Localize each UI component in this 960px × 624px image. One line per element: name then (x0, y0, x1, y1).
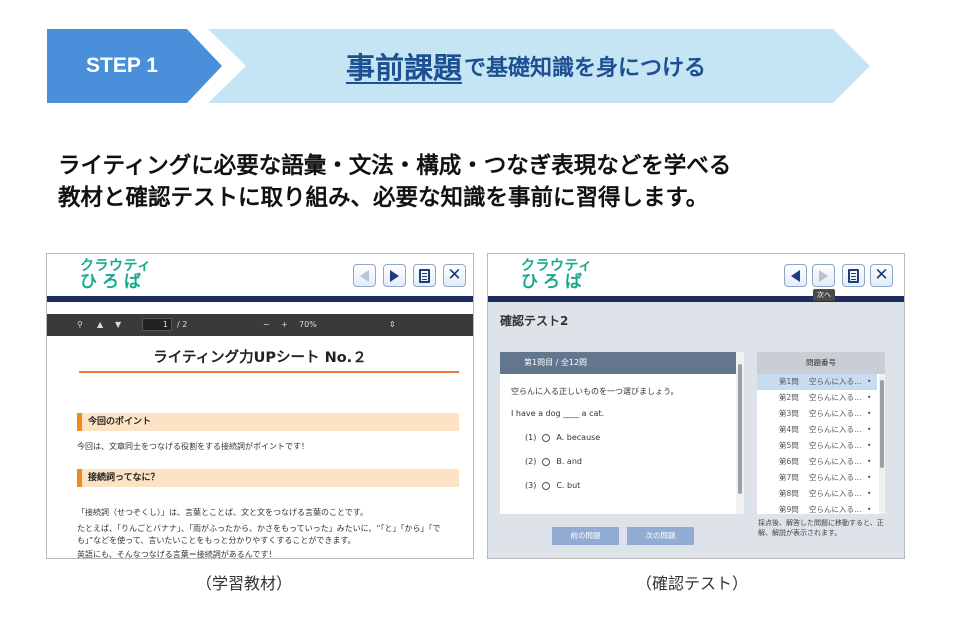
next-question-button[interactable]: 次の問題 (627, 527, 694, 545)
question-list-header: 問題番号 (757, 352, 885, 374)
scrollbar-thumb[interactable] (880, 380, 884, 468)
question-panel: 第1問目 / 全12問 空らんに入る正しいものを一つ選びましょう。 I have… (500, 352, 744, 514)
caption-learning-material: （学習教材） (196, 574, 293, 593)
question-list-item-9[interactable]: 第9問 空らんに入る… • (757, 502, 877, 518)
search-icon[interactable]: ⚲ (77, 320, 83, 329)
pdf-page: ライティング力UPシート No.２ 今回のポイント 今回は、文章同士をつなげる役… (47, 336, 473, 559)
step-label: STEP 1 (86, 54, 158, 77)
confirmation-test-screenshot: クラウティ ひろば ✕ 確認テスト2 第1問目 / 全12問 空らんに入る正しい… (487, 253, 905, 559)
page-down-icon[interactable]: ▼ (115, 320, 121, 329)
body-line-3: も」”などを使って、言いたいことをもっと分かりやすくすることができます。 (77, 536, 356, 545)
list-note: 採点後、解答した問題に移動すると、正解、解説が表示されます。 (758, 519, 884, 537)
zoom-out-button[interactable]: − (263, 320, 270, 329)
document-icon (848, 268, 859, 283)
question-list-item-2[interactable]: 第2問 空らんに入る… • (757, 390, 877, 406)
step-title-main: 事前課題 (345, 51, 462, 85)
zoom-dropdown-icon[interactable]: ⇕ (389, 320, 396, 329)
header-bar (47, 296, 473, 302)
question-counter: 第1問目 / 全12問 (500, 352, 744, 374)
question-list-item-3[interactable]: 第3問 空らんに入る… • (757, 406, 877, 422)
option-number: (1) (525, 433, 537, 442)
close-icon: ✕ (874, 265, 889, 285)
option-label: B. and (556, 457, 582, 466)
header-bar (488, 296, 904, 302)
next-button[interactable] (383, 264, 406, 287)
close-button[interactable]: ✕ (443, 264, 466, 287)
intro-line-2: 教材と確認テストに取り組み、必要な知識を事前に習得します。 (58, 185, 709, 211)
arrow-left-icon (360, 269, 369, 282)
previous-question-button[interactable]: 前の問題 (552, 527, 619, 545)
app-logo: クラウティ ひろば (521, 258, 593, 292)
step-title: 事前課題 で基礎知識を身につける (246, 29, 806, 103)
question-list-item-6[interactable]: 第6問 空らんに入る… • (757, 454, 877, 470)
section-heading-point: 今回のポイント (77, 413, 459, 431)
step-title-rest: で基礎知識を身につける (464, 56, 707, 81)
quiz-title: 確認テスト2 (500, 314, 569, 328)
close-icon: ✕ (447, 265, 462, 285)
option-number: (2) (525, 457, 537, 466)
sheet-title: ライティング力UPシート No.２ (153, 350, 367, 366)
question-list-item-1[interactable]: 第1問 空らんに入る… • (757, 374, 877, 390)
question-list-scrollbar[interactable] (879, 374, 885, 514)
body-line-2: たとえば、「りんごとバナナ」、「雨がふったから、かさをもっていった」みたいに、“… (77, 524, 441, 533)
radio-icon[interactable] (542, 481, 551, 490)
next-tooltip: 次へ (813, 289, 835, 301)
logo-line-2: ひろば (80, 272, 146, 292)
title-rule (79, 371, 459, 373)
logo-line-2: ひろば (521, 272, 587, 292)
scrollbar-thumb[interactable] (738, 364, 742, 494)
arrow-right-icon (390, 269, 399, 282)
section-heading-conjunction: 接続詞ってなに？ (77, 469, 459, 487)
next-button[interactable] (812, 264, 835, 287)
answer-option-2[interactable]: (2) B. and (525, 457, 582, 466)
option-label: A. because (556, 433, 601, 442)
answer-option-3[interactable]: (3) C. but (525, 481, 580, 490)
body-line-4: 英語にも、そんなつなげる言葉＝接続詞があるんです！ (77, 550, 277, 559)
section-point-text: 今回は、文章同士をつなげる役割をする接続詞がポイントです！ (77, 442, 309, 451)
document-button[interactable] (413, 264, 436, 287)
zoom-in-button[interactable]: + (281, 320, 288, 329)
quiz-area: 確認テスト2 第1問目 / 全12問 空らんに入る正しいものを一つ選びましょう。… (488, 302, 904, 558)
document-button[interactable] (842, 264, 865, 287)
intro-text: ライティングに必要な語彙・文法・構成・つなぎ表現などを学べる 教材と確認テストに… (58, 150, 918, 214)
body-line-1: 「接続詞（せつぞくし）」は、言葉とことば、文と文をつなげる言葉のことです。 (77, 508, 368, 517)
prev-button[interactable] (353, 264, 376, 287)
answer-option-1[interactable]: (1) A. because (525, 433, 600, 442)
question-list-item-8[interactable]: 第8問 空らんに入る… • (757, 486, 877, 502)
page-up-icon[interactable]: ▲ (97, 320, 103, 329)
caption-confirmation-test: （確認テスト） (636, 574, 749, 593)
question-scrollbar[interactable] (736, 352, 744, 514)
app-header: クラウティ ひろば ✕ (47, 254, 473, 296)
radio-icon[interactable] (542, 433, 551, 442)
app-header: クラウティ ひろば ✕ (488, 254, 904, 296)
question-list: 問題番号 第1問 空らんに入る… • 第2問 空らんに入る… • 第3問 空らんに入る… •… (757, 352, 885, 514)
pdf-toolbar: ⚲ ▲ ▼ 1 / 2 − + 70% ⇕ (47, 314, 473, 336)
radio-icon[interactable] (542, 457, 551, 466)
question-instruction: 空らんに入る正しいものを一つ選びましょう。 (511, 387, 679, 396)
learning-material-screenshot: クラウティ ひろば ✕ ⚲ ▲ ▼ 1 / 2 − + 70% ⇕ ライティング… (46, 253, 474, 559)
question-list-item-4[interactable]: 第4問 空らんに入る… • (757, 422, 877, 438)
intro-line-1: ライティングに必要な語彙・文法・構成・つなぎ表現などを学べる (58, 153, 732, 179)
arrow-right-icon (819, 269, 828, 282)
page-total: / 2 (177, 320, 188, 329)
question-text: I have a dog ____ a cat. (511, 409, 605, 418)
option-label: C. but (556, 481, 581, 490)
prev-button[interactable] (784, 264, 807, 287)
option-number: (3) (525, 481, 537, 490)
page-number-input[interactable]: 1 (142, 318, 172, 331)
question-list-item-7[interactable]: 第7問 空らんに入る… • (757, 470, 877, 486)
step-banner: STEP 1 事前課題 で基礎知識を身につける (0, 0, 960, 110)
close-button[interactable]: ✕ (870, 264, 893, 287)
question-list-item-5[interactable]: 第5問 空らんに入る… • (757, 438, 877, 454)
document-icon (419, 268, 430, 283)
zoom-select[interactable]: 70% (299, 320, 317, 329)
arrow-left-icon (791, 269, 800, 282)
app-logo: クラウティ ひろば (80, 258, 152, 292)
